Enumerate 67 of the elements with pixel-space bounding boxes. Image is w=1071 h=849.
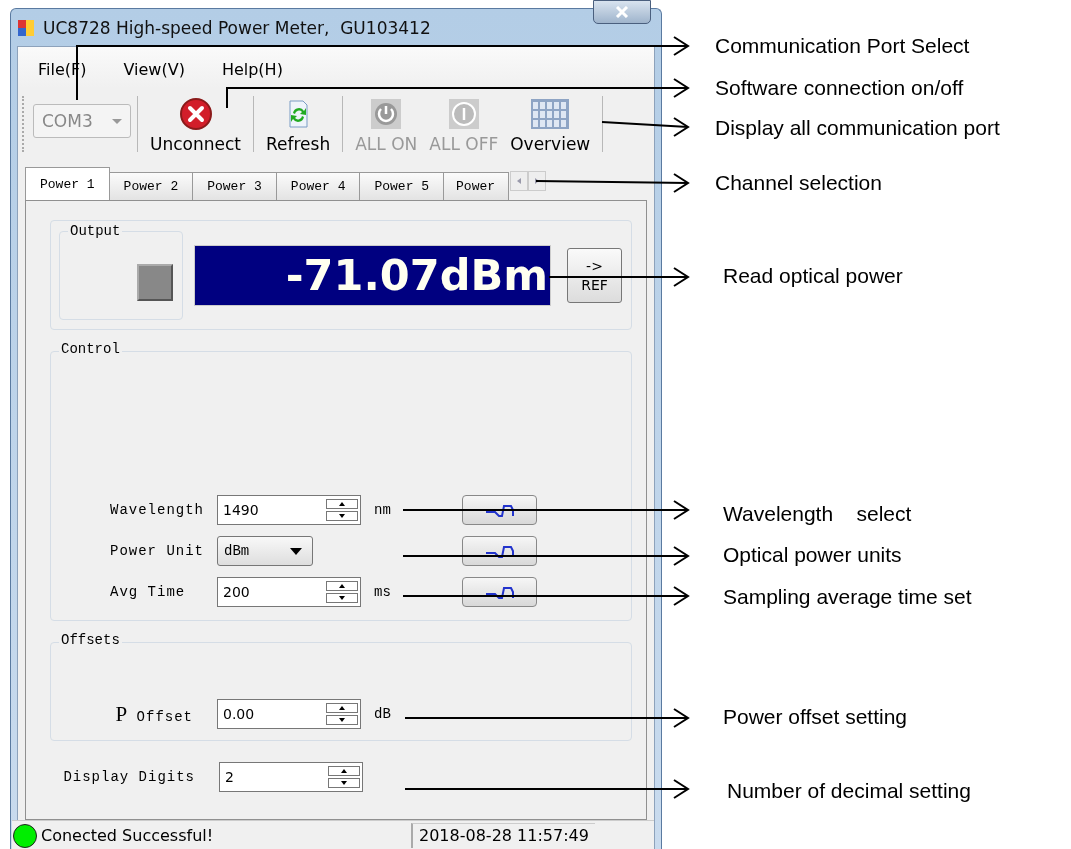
status-time: 2018-08-28 11:57:49 bbox=[411, 823, 595, 848]
tab-scroll-right-button[interactable] bbox=[528, 171, 547, 191]
group-label: Control bbox=[59, 343, 122, 355]
ref-button[interactable]: -> REF bbox=[567, 247, 622, 303]
tab[interactable]: Power bbox=[443, 172, 510, 200]
group-label: Offsets bbox=[59, 634, 122, 646]
spin-down-button[interactable] bbox=[326, 715, 358, 725]
tab[interactable]: Power 4 bbox=[275, 172, 361, 200]
caret-icon bbox=[290, 547, 302, 555]
spin-up-button[interactable] bbox=[326, 581, 358, 591]
menu-item[interactable]: View(V) bbox=[123, 56, 200, 79]
tab[interactable]: Power 3 bbox=[192, 172, 277, 200]
annotation-text: Sampling average time set bbox=[723, 584, 972, 610]
annotation-text: Software connection on/off bbox=[715, 75, 964, 101]
off-icon bbox=[446, 97, 481, 131]
annotation-text: Wavelength select bbox=[723, 501, 912, 527]
spin-up-button[interactable] bbox=[328, 766, 360, 776]
group-label: Output bbox=[68, 222, 123, 239]
wave-button[interactable] bbox=[462, 536, 537, 566]
tab[interactable]: Power 2 bbox=[108, 172, 194, 200]
field-label: Power Unit bbox=[109, 543, 205, 559]
annotation-text: Read optical power bbox=[723, 263, 903, 289]
unit-label: dB bbox=[373, 706, 392, 722]
close-button[interactable] bbox=[593, 0, 651, 24]
caret-icon bbox=[112, 118, 122, 124]
unit-label: ms bbox=[373, 584, 392, 600]
spin-down-button[interactable] bbox=[326, 593, 358, 603]
toolbar-grip bbox=[22, 96, 27, 152]
field-label: Wavelength bbox=[109, 502, 205, 518]
window-title: UC8728 High-speed Power Meter, GU103412 bbox=[43, 17, 431, 38]
spin-down-button[interactable] bbox=[328, 778, 360, 788]
toolbar-button[interactable]: Overview bbox=[504, 88, 597, 160]
app-icon bbox=[17, 18, 35, 37]
unit-label: nm bbox=[373, 502, 392, 518]
unit-dropdown[interactable]: dBm bbox=[217, 536, 313, 566]
power-icon bbox=[369, 97, 404, 131]
spin-up-button[interactable] bbox=[326, 499, 358, 509]
error-x-icon bbox=[178, 97, 213, 131]
menu-item[interactable]: Help(H) bbox=[221, 56, 298, 79]
tab[interactable]: Power 1 bbox=[25, 167, 110, 200]
power-reading: -71.07dBm bbox=[194, 244, 551, 306]
toolbar-button[interactable]: Unconnect bbox=[144, 88, 247, 160]
spin-field[interactable]: 2 bbox=[219, 762, 363, 792]
toolbar-button[interactable]: Refresh bbox=[260, 88, 337, 160]
spin-field[interactable]: 200 bbox=[217, 577, 361, 607]
field-label: Display Digits bbox=[62, 769, 196, 785]
grid-icon bbox=[530, 97, 571, 131]
annotation-text: Power offset setting bbox=[723, 704, 908, 730]
step-wave-icon bbox=[484, 543, 515, 559]
spin-field[interactable]: 0.00 bbox=[217, 699, 361, 729]
annotation-text: Channel selection bbox=[715, 170, 882, 196]
annotation-text: Communication Port Select bbox=[715, 33, 970, 59]
spin-down-button[interactable] bbox=[326, 511, 358, 521]
spin-up-button[interactable] bbox=[326, 703, 358, 713]
tab[interactable]: Power 5 bbox=[359, 172, 445, 200]
annotation-text: Display all communication port bbox=[715, 115, 1000, 141]
wave-button[interactable] bbox=[462, 495, 537, 525]
step-wave-icon bbox=[484, 502, 515, 518]
field-label: Avg Time bbox=[109, 584, 187, 600]
close-icon bbox=[615, 6, 629, 18]
annotation-text: Number of decimal setting bbox=[727, 778, 971, 804]
spin-field[interactable]: 1490 bbox=[217, 495, 361, 525]
status-message: Conected Successful! bbox=[41, 826, 215, 845]
field-label: P Offset bbox=[114, 701, 194, 727]
annotation-text: Optical power units bbox=[723, 542, 902, 568]
wave-button[interactable] bbox=[462, 577, 537, 607]
step-wave-icon bbox=[484, 584, 515, 600]
